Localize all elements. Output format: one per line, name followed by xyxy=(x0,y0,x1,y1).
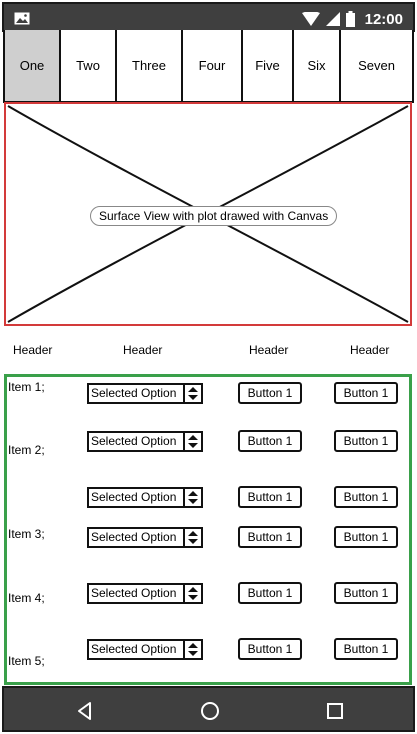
surface-caption: Surface View with plot drawed with Canva… xyxy=(90,206,338,226)
item-label: Item 5; xyxy=(8,654,45,668)
spinner-arrows-icon[interactable] xyxy=(185,585,201,602)
image-icon xyxy=(14,12,30,25)
select-value: Selected Option xyxy=(89,489,185,506)
tab-label: Two xyxy=(76,58,100,73)
surface-view[interactable]: Surface View with plot drawed with Canva… xyxy=(4,102,412,326)
select-value: Selected Option xyxy=(89,385,185,402)
status-bar: 12:00 xyxy=(2,2,415,32)
wifi-icon xyxy=(301,12,320,26)
tab-six[interactable]: Six xyxy=(294,30,341,101)
signal-icon xyxy=(325,12,340,26)
select-value: Selected Option xyxy=(89,433,185,450)
tab-label: Seven xyxy=(358,58,395,73)
button-b[interactable]: Button 1 xyxy=(334,486,398,508)
option-select[interactable]: Selected Option xyxy=(87,431,203,452)
column-headers: Header Header Header Header xyxy=(0,343,417,363)
option-select[interactable]: Selected Option xyxy=(87,527,203,548)
select-value: Selected Option xyxy=(89,529,185,546)
home-icon[interactable] xyxy=(199,700,221,722)
tab-label: Six xyxy=(307,58,326,73)
column-header: Header xyxy=(249,343,289,357)
select-value: Selected Option xyxy=(89,585,185,602)
option-select[interactable]: Selected Option xyxy=(87,383,203,404)
button-b[interactable]: Button 1 xyxy=(334,382,398,404)
spinner-arrows-icon[interactable] xyxy=(185,529,201,546)
tab-four[interactable]: Four xyxy=(183,30,243,101)
tab-label: Three xyxy=(132,58,166,73)
tab-three[interactable]: Three xyxy=(117,30,183,101)
recents-icon[interactable] xyxy=(324,700,346,722)
item-label: Item 4; xyxy=(8,591,45,605)
item-label: Item 1; xyxy=(8,380,45,394)
tab-label: One xyxy=(19,58,45,73)
button-b[interactable]: Button 1 xyxy=(334,526,398,548)
battery-icon xyxy=(345,11,355,27)
tab-two[interactable]: Two xyxy=(61,30,117,101)
items-grid: Item 1; Item 2; Item 3; Item 4; Item 5; … xyxy=(4,374,412,685)
tab-label: Four xyxy=(198,58,226,73)
spinner-arrows-icon[interactable] xyxy=(185,433,201,450)
button-a[interactable]: Button 1 xyxy=(238,638,302,660)
option-select[interactable]: Selected Option xyxy=(87,639,203,660)
tab-five[interactable]: Five xyxy=(243,30,294,101)
status-time: 12:00 xyxy=(364,10,403,28)
button-a[interactable]: Button 1 xyxy=(238,382,302,404)
tab-label: Five xyxy=(255,58,280,73)
nav-bar xyxy=(2,686,415,732)
option-select[interactable]: Selected Option xyxy=(87,583,203,604)
tab-one[interactable]: One xyxy=(5,30,61,101)
column-header: Header xyxy=(13,343,53,357)
button-b[interactable]: Button 1 xyxy=(334,638,398,660)
spinner-arrows-icon[interactable] xyxy=(185,385,201,402)
column-header: Header xyxy=(350,343,390,357)
item-label: Item 3; xyxy=(8,527,45,541)
option-select[interactable]: Selected Option xyxy=(87,487,203,508)
button-a[interactable]: Button 1 xyxy=(238,486,302,508)
button-b[interactable]: Button 1 xyxy=(334,582,398,604)
tab-bar: One Two Three Four Five Six Seven xyxy=(3,30,414,103)
item-label: Item 2; xyxy=(8,443,45,457)
tab-seven[interactable]: Seven xyxy=(341,30,412,101)
select-value: Selected Option xyxy=(89,641,185,658)
button-a[interactable]: Button 1 xyxy=(238,430,302,452)
spinner-arrows-icon[interactable] xyxy=(185,641,201,658)
button-a[interactable]: Button 1 xyxy=(238,582,302,604)
spinner-arrows-icon[interactable] xyxy=(185,489,201,506)
back-icon[interactable] xyxy=(74,700,96,722)
column-header: Header xyxy=(123,343,163,357)
button-b[interactable]: Button 1 xyxy=(334,430,398,452)
button-a[interactable]: Button 1 xyxy=(238,526,302,548)
